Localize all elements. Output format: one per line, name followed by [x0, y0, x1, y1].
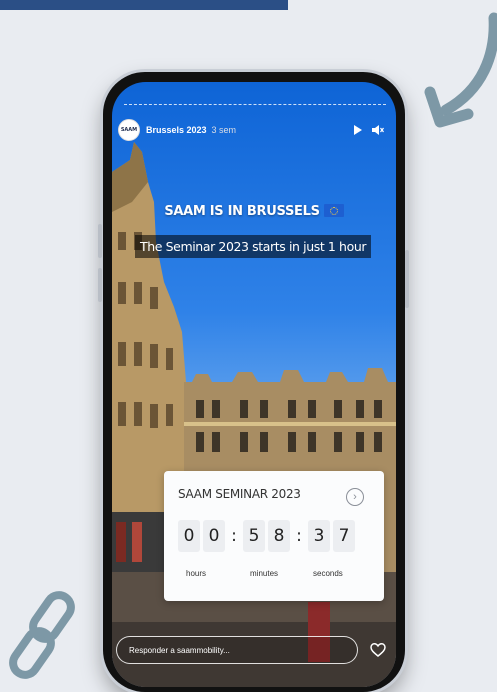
chevron-right-icon[interactable]: › [346, 488, 364, 506]
post-time: 3 sem [211, 125, 237, 135]
reply-input[interactable]: Responder a saammobility... [116, 636, 358, 664]
colon-separator: : [231, 526, 237, 546]
digit-seconds-2: 7 [333, 520, 355, 552]
digit-seconds-1: 3 [308, 520, 330, 552]
phone-frame: SAAM Brussels 2023 3 sem SAAM IS IN BRUS… [98, 72, 409, 692]
label-hours: hours [186, 569, 207, 578]
volume-up-button [98, 224, 102, 258]
digit-hours-1: 0 [178, 520, 200, 552]
mute-icon[interactable] [372, 125, 384, 135]
countdown-digits: 0 0 : 5 8 : 3 7 [178, 520, 358, 552]
digit-minutes-1: 5 [243, 520, 265, 552]
link-icon [9, 591, 75, 679]
label-seconds: seconds [313, 569, 343, 578]
curved-arrow-icon [424, 12, 497, 128]
heart-icon[interactable] [370, 642, 386, 658]
story-progress-bar [124, 104, 386, 107]
digit-minutes-2: 8 [268, 520, 290, 552]
avatar[interactable]: SAAM [118, 119, 140, 141]
headline-text: SAAM IS IN BRUSSELS [164, 204, 320, 219]
digit-hours-2: 0 [203, 520, 225, 552]
story-headline: SAAM IS IN BRUSSELS [112, 204, 396, 219]
countdown-title: SAAM SEMINAR 2023 [178, 487, 301, 501]
label-minutes: minutes [250, 569, 279, 578]
story-header: SAAM Brussels 2023 3 sem [118, 118, 390, 142]
power-button [405, 250, 409, 308]
volume-down-button [98, 268, 102, 302]
colon-separator: : [296, 526, 302, 546]
play-icon[interactable] [353, 125, 362, 135]
eu-flag-icon [323, 204, 344, 217]
story-subline: The Seminar 2023 starts in just 1 hour [135, 235, 372, 258]
countdown-sticker[interactable]: SAAM SEMINAR 2023 › 0 0 : 5 8 : 3 7 hour… [164, 471, 384, 601]
account-name[interactable]: Brussels 2023 [146, 125, 207, 135]
story-screen[interactable]: SAAM Brussels 2023 3 sem SAAM IS IN BRUS… [112, 82, 396, 687]
top-banner [0, 0, 288, 10]
